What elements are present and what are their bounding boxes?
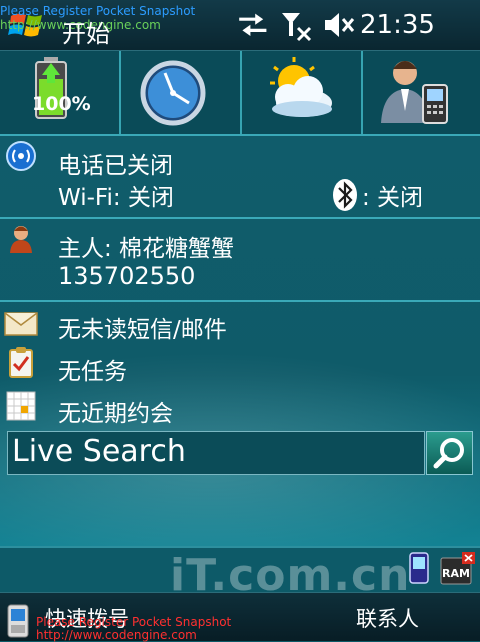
owner-name[interactable]: 主人: 棉花糖蟹蟹 <box>58 229 234 263</box>
bluetooth-icon[interactable] <box>332 178 358 212</box>
ram-icon[interactable]: RAM <box>440 552 476 586</box>
tasks-status[interactable]: 无任务 <box>58 352 127 386</box>
calendar-icon[interactable] <box>6 391 36 421</box>
battery-percent: 100% <box>32 93 91 115</box>
search-button[interactable] <box>426 431 473 475</box>
envelope-icon[interactable] <box>4 310 38 336</box>
tile-weather[interactable] <box>242 51 363 134</box>
divider <box>0 217 480 219</box>
divider <box>0 546 480 548</box>
bluetooth-status[interactable]: : 关闭 <box>362 178 423 212</box>
tasks-clipboard-icon[interactable] <box>8 346 34 378</box>
magnifier-icon <box>433 438 464 469</box>
phone-status-icon[interactable] <box>408 552 430 584</box>
contact-phone-icon <box>381 61 448 124</box>
divider <box>0 300 480 302</box>
tile-battery[interactable]: 100% <box>0 51 121 134</box>
tile-contacts[interactable] <box>363 51 480 134</box>
weather-icon <box>270 57 332 117</box>
owner-person-icon[interactable] <box>8 224 34 254</box>
speaker-muted-icon[interactable] <box>322 10 356 40</box>
wifi-status[interactable]: Wi-Fi: 关闭 <box>58 178 174 212</box>
messages-status[interactable]: 无未读短信/邮件 <box>58 310 227 344</box>
wireless-manager-icon[interactable] <box>6 141 36 171</box>
start-menu-label[interactable]: 开始 <box>62 14 110 49</box>
svg-text:RAM: RAM <box>442 567 470 580</box>
clock-icon <box>140 60 206 126</box>
phone-status[interactable]: 电话已关闭 <box>58 146 173 180</box>
appointments-status[interactable]: 无近期约会 <box>58 394 173 428</box>
watermark-bottom-line1: Please Register Pocket Snapshot <box>36 615 232 629</box>
clock-time[interactable]: 21:35 <box>360 10 435 40</box>
softkey-right-contacts[interactable]: 联系人 <box>356 603 419 633</box>
phone-device-icon <box>7 604 29 638</box>
divider <box>0 134 480 136</box>
sync-arrows-icon[interactable] <box>236 12 270 38</box>
signal-off-icon[interactable] <box>280 10 314 42</box>
live-search-text[interactable]: Live Search <box>12 434 186 469</box>
tile-clock[interactable] <box>121 51 242 134</box>
today-tiles-bar: 100% <box>0 51 480 134</box>
owner-number[interactable]: 135702550 <box>58 262 195 290</box>
